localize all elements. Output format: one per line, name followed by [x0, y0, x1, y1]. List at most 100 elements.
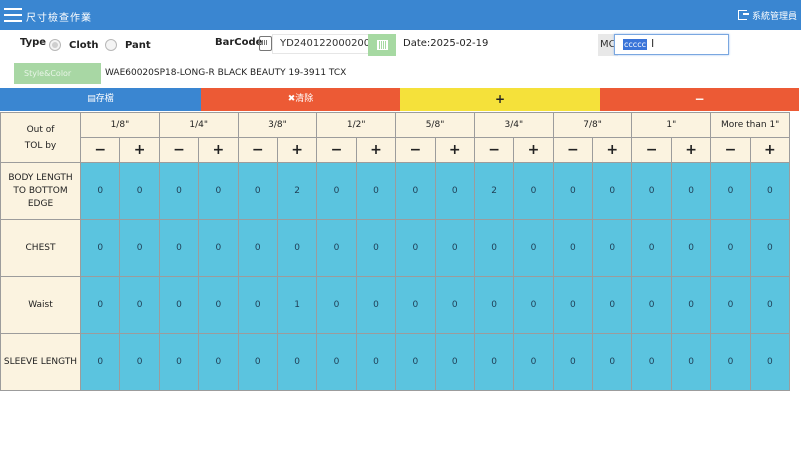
count-cell[interactable]: 0 [749, 162, 791, 220]
count-cell[interactable]: 0 [513, 219, 554, 277]
minus-button[interactable]: − [79, 137, 121, 163]
count-cell[interactable]: 0 [670, 219, 712, 277]
count-cell[interactable]: 0 [198, 333, 239, 391]
minus-button[interactable]: − [710, 137, 751, 163]
menu-icon[interactable] [4, 8, 22, 22]
count-cell[interactable]: 0 [670, 162, 712, 220]
count-cell[interactable]: 2 [276, 162, 318, 220]
count-cell[interactable]: 0 [237, 162, 278, 220]
count-cell[interactable]: 0 [592, 219, 633, 277]
count-cell[interactable]: 0 [710, 276, 751, 334]
minus-button[interactable]: − [158, 137, 200, 163]
count-cell[interactable]: 0 [119, 219, 160, 277]
count-cell[interactable]: 0 [631, 219, 672, 277]
clear-button[interactable]: ✖清除 [201, 88, 400, 111]
count-cell[interactable]: 0 [198, 219, 239, 277]
count-cell[interactable]: 0 [276, 333, 318, 391]
save-button[interactable]: ▤存檔 [0, 88, 201, 111]
count-cell[interactable]: 0 [237, 219, 278, 277]
count-cell[interactable]: 0 [79, 333, 121, 391]
count-cell[interactable]: 0 [513, 333, 554, 391]
count-cell[interactable]: 0 [513, 162, 554, 220]
count-cell[interactable]: 0 [552, 162, 594, 220]
count-cell[interactable]: 0 [749, 219, 791, 277]
count-cell[interactable]: 0 [198, 162, 239, 220]
count-cell[interactable]: 0 [237, 276, 278, 334]
logout-button[interactable]: 系統管理員 [737, 9, 797, 22]
count-cell[interactable]: 0 [395, 333, 436, 391]
count-cell[interactable]: 0 [355, 276, 397, 334]
count-cell[interactable]: 0 [670, 276, 712, 334]
barcode-input[interactable]: YD24012200020000 [272, 34, 373, 54]
count-cell[interactable]: 0 [355, 219, 397, 277]
plus-button[interactable]: + [119, 137, 160, 163]
minus-button[interactable]: − [316, 137, 357, 163]
count-cell[interactable]: 0 [158, 276, 200, 334]
minus-button[interactable]: − [631, 137, 672, 163]
plus-button[interactable]: + [592, 137, 633, 163]
count-cell[interactable]: 0 [158, 162, 200, 220]
count-cell[interactable]: 0 [316, 333, 357, 391]
plus-button[interactable]: + [276, 137, 318, 163]
count-cell[interactable]: 0 [434, 162, 475, 220]
count-cell[interactable]: 0 [119, 162, 160, 220]
plus-button[interactable]: + [434, 137, 475, 163]
count-cell[interactable]: 0 [552, 219, 594, 277]
count-cell[interactable]: 0 [355, 162, 397, 220]
count-cell[interactable]: 0 [710, 162, 751, 220]
plus-button[interactable]: + [400, 88, 600, 111]
count-cell[interactable]: 0 [395, 162, 436, 220]
count-cell[interactable]: 1 [276, 276, 318, 334]
count-cell[interactable]: 0 [631, 333, 672, 391]
minus-button[interactable]: − [237, 137, 278, 163]
count-cell[interactable]: 0 [631, 276, 672, 334]
count-cell[interactable]: 0 [710, 333, 751, 391]
count-cell[interactable]: 0 [434, 333, 475, 391]
count-cell[interactable]: 0 [434, 276, 475, 334]
plus-button[interactable]: + [749, 137, 791, 163]
count-cell[interactable]: 0 [395, 276, 436, 334]
count-cell[interactable]: 0 [119, 276, 160, 334]
count-cell[interactable]: 0 [434, 219, 475, 277]
count-cell[interactable]: 0 [552, 276, 594, 334]
count-cell[interactable]: 0 [749, 276, 791, 334]
count-cell[interactable]: 0 [473, 276, 515, 334]
mc-input[interactable]: ccccc I [614, 34, 729, 55]
plus-button[interactable]: + [198, 137, 239, 163]
count-cell[interactable]: 2 [473, 162, 515, 220]
count-cell[interactable]: 0 [592, 162, 633, 220]
plus-button[interactable]: + [513, 137, 554, 163]
minus-button[interactable]: − [600, 88, 799, 111]
count-cell[interactable]: 0 [316, 162, 357, 220]
count-cell[interactable]: 0 [276, 219, 318, 277]
plus-button[interactable]: + [670, 137, 712, 163]
count-cell[interactable]: 0 [158, 219, 200, 277]
count-cell[interactable]: 0 [316, 276, 357, 334]
cloth-radio[interactable] [49, 39, 61, 51]
count-cell[interactable]: 0 [355, 333, 397, 391]
count-cell[interactable]: 0 [119, 333, 160, 391]
count-cell[interactable]: 0 [79, 219, 121, 277]
count-cell[interactable]: 0 [395, 219, 436, 277]
count-cell[interactable]: 0 [198, 276, 239, 334]
count-cell[interactable]: 0 [670, 333, 712, 391]
minus-button[interactable]: − [552, 137, 594, 163]
count-cell[interactable]: 0 [592, 276, 633, 334]
count-cell[interactable]: 0 [710, 219, 751, 277]
count-cell[interactable]: 0 [79, 162, 121, 220]
count-cell[interactable]: 0 [316, 219, 357, 277]
pant-radio[interactable] [105, 39, 117, 51]
count-cell[interactable]: 0 [552, 333, 594, 391]
count-cell[interactable]: 0 [631, 162, 672, 220]
count-cell[interactable]: 0 [237, 333, 278, 391]
minus-button[interactable]: − [395, 137, 436, 163]
count-cell[interactable]: 0 [513, 276, 554, 334]
count-cell[interactable]: 0 [592, 333, 633, 391]
minus-button[interactable]: − [473, 137, 515, 163]
count-cell[interactable]: 0 [473, 333, 515, 391]
count-cell[interactable]: 0 [749, 333, 791, 391]
count-cell[interactable]: 0 [473, 219, 515, 277]
plus-button[interactable]: + [355, 137, 397, 163]
count-cell[interactable]: 0 [158, 333, 200, 391]
scan-button[interactable] [368, 34, 396, 56]
